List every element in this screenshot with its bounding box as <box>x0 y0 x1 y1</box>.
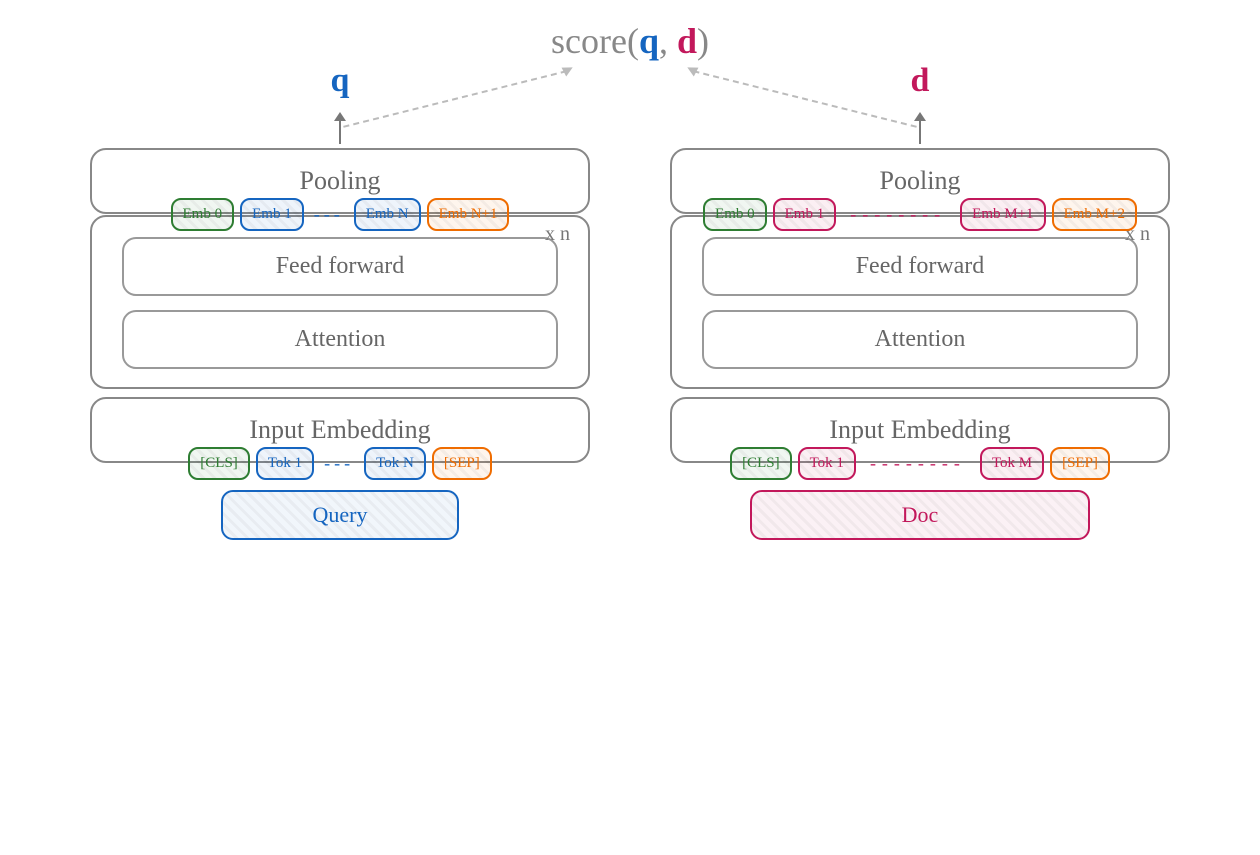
query-source-chip: Query <box>221 490 460 540</box>
q-tok-ellipsis: --- <box>320 453 358 474</box>
d-feed-forward: Feed forward <box>702 237 1138 296</box>
d-sep-token: [SEP] <box>1050 447 1110 480</box>
d-tok-ellipsis: -------- <box>862 453 974 474</box>
score-suffix: ) <box>697 21 709 61</box>
score-expression: score(q, d) <box>551 20 709 62</box>
q-emb-n: Emb N <box>354 198 421 231</box>
q-emb-ellipsis: --- <box>310 204 348 225</box>
score-d-var: d <box>677 21 697 61</box>
d-emb-0: Emb 0 <box>703 198 767 231</box>
d-emb-m2: Emb M+2 <box>1052 198 1137 231</box>
score-prefix: score( <box>551 21 639 61</box>
q-emb-n1: Emb N+1 <box>427 198 510 231</box>
d-tok-1: Tok 1 <box>798 447 856 480</box>
q-feed-forward: Feed forward <box>122 237 558 296</box>
q-attention: Attention <box>122 310 558 369</box>
q-embedding-row: Emb 0 Emb 1 --- Emb N Emb N+1 <box>90 198 590 231</box>
q-cls-token: [CLS] <box>188 447 250 480</box>
q-emb-0: Emb 0 <box>171 198 235 231</box>
q-emb-1: Emb 1 <box>240 198 304 231</box>
d-cls-token: [CLS] <box>730 447 792 480</box>
d-token-row: [CLS] Tok 1 -------- Tok M [SEP] <box>670 447 1170 480</box>
score-q-var: q <box>639 21 659 61</box>
doc-encoder-column: d Pooling Emb 0 Emb 1 -------- Emb M+1 E… <box>670 132 1170 540</box>
q-tok-1: Tok 1 <box>256 447 314 480</box>
doc-source-chip: Doc <box>750 490 1091 540</box>
encoder-columns: q Pooling Emb 0 Emb 1 --- Emb N Emb N+1 … <box>90 132 1170 540</box>
q-tok-n: Tok N <box>364 447 426 480</box>
query-encoder-column: q Pooling Emb 0 Emb 1 --- Emb N Emb N+1 … <box>90 132 590 540</box>
d-attention: Attention <box>702 310 1138 369</box>
q-token-row: [CLS] Tok 1 --- Tok N [SEP] <box>90 447 590 480</box>
d-emb-ellipsis: -------- <box>842 204 954 225</box>
dashed-arrow-d-to-score <box>693 70 917 128</box>
d-transformer-stack: x n Feed forward Attention <box>670 215 1170 389</box>
d-output-label: d <box>911 62 930 100</box>
q-output-label: q <box>331 62 350 100</box>
dashed-arrow-q-to-score <box>343 70 567 128</box>
d-emb-1: Emb 1 <box>773 198 837 231</box>
d-tok-m: Tok M <box>980 447 1044 480</box>
q-sep-token: [SEP] <box>432 447 492 480</box>
score-comma: , <box>659 21 677 61</box>
d-embedding-row: Emb 0 Emb 1 -------- Emb M+1 Emb M+2 <box>670 198 1170 231</box>
q-transformer-stack: x n Feed forward Attention <box>90 215 590 389</box>
d-emb-m1: Emb M+1 <box>960 198 1045 231</box>
